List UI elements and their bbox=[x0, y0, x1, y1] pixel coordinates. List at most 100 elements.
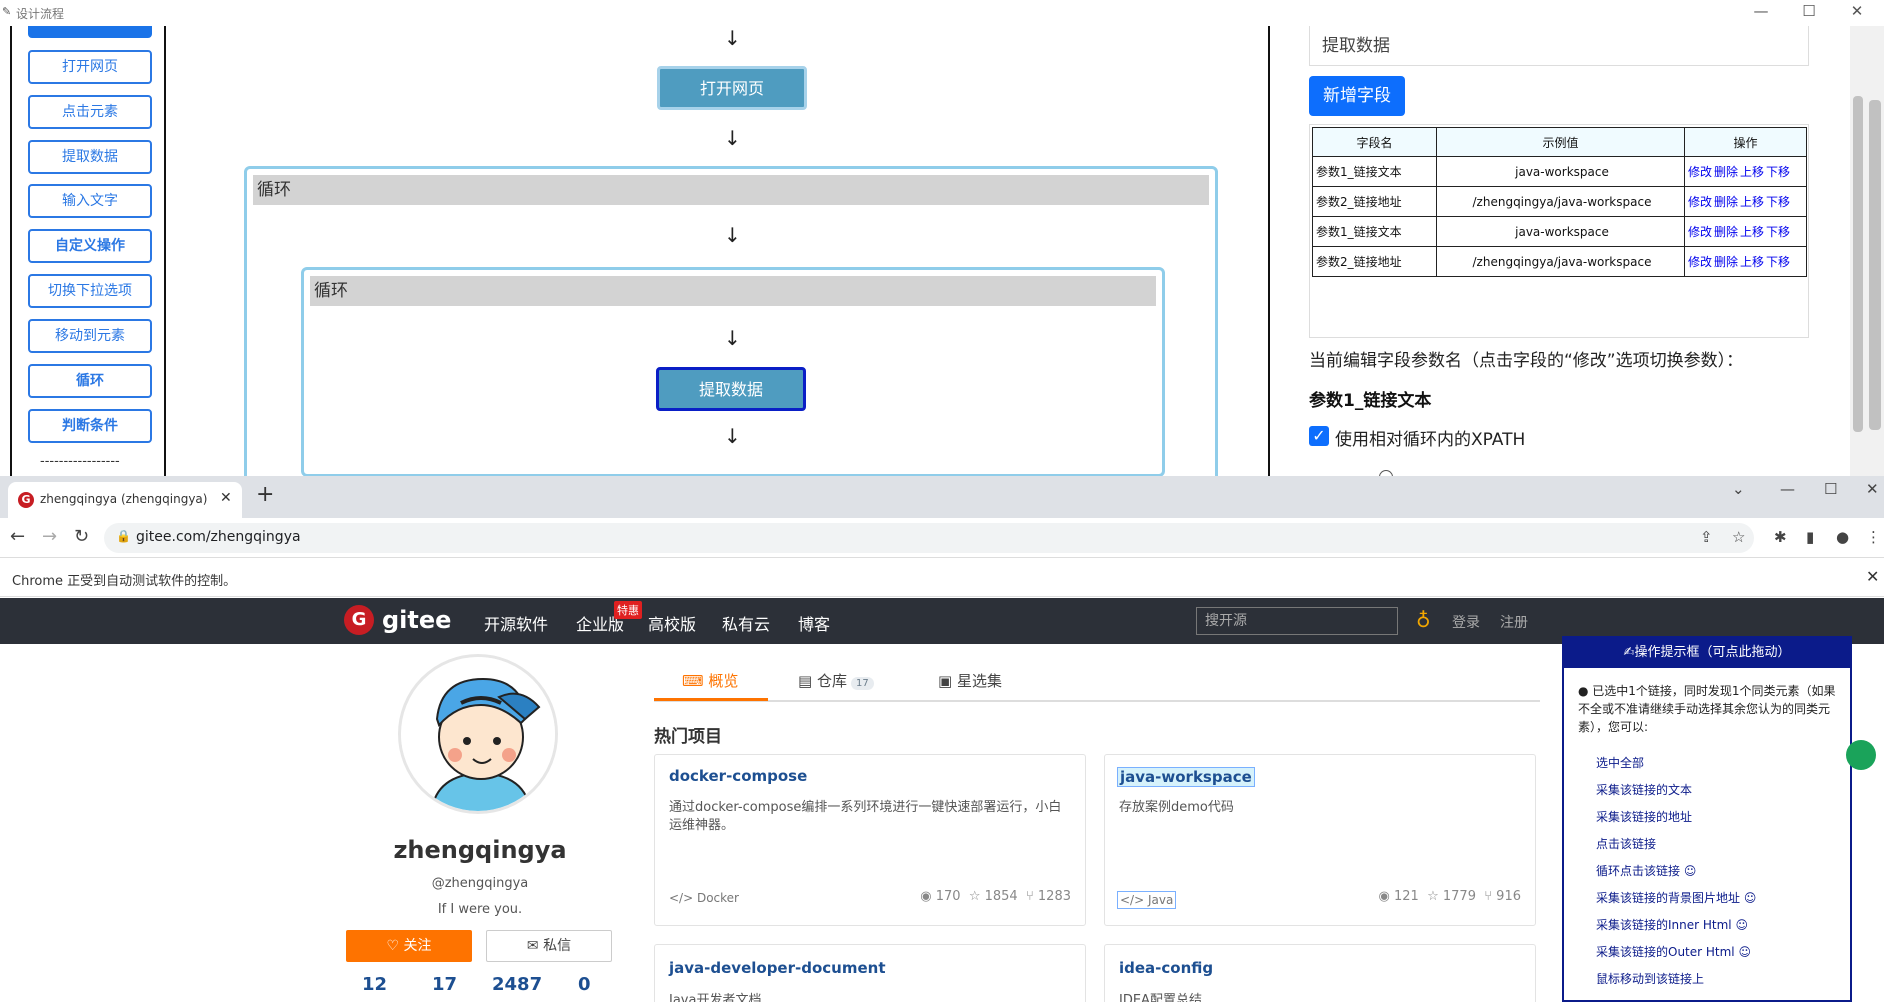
tool-click-element-button[interactable]: 点击元素 bbox=[28, 95, 152, 129]
toolbox-selected-item[interactable] bbox=[28, 26, 152, 38]
follow-button[interactable]: ♡ 关注 bbox=[346, 930, 472, 962]
bulb-icon[interactable]: ♁ bbox=[1416, 608, 1431, 632]
login-link[interactable]: 登录 bbox=[1452, 612, 1480, 632]
nav-private-cloud[interactable]: 私有云 bbox=[722, 611, 770, 635]
tool-extract-data-button[interactable]: 提取数据 bbox=[28, 140, 152, 174]
browser-maximize-button[interactable]: ☐ bbox=[1824, 480, 1837, 498]
table-row[interactable]: 参数1_链接文本 java-workspace 修改 删除 上移 下移 bbox=[1312, 156, 1807, 187]
operation-hint-box[interactable]: ✍操作提示框（可点此拖动） ● 已选中1个链接，同时发现1个同类元素（如果不全或… bbox=[1562, 636, 1852, 1002]
tool-condition-button[interactable]: 判断条件 bbox=[28, 409, 152, 443]
minimize-button[interactable]: — bbox=[1746, 2, 1776, 20]
edit-link[interactable]: 修改 bbox=[1688, 225, 1712, 239]
tool-loop-button[interactable]: 循环 bbox=[28, 364, 152, 398]
nav-open-source[interactable]: 开源软件 bbox=[484, 611, 548, 635]
hint-box-title[interactable]: ✍操作提示框（可点此拖动） bbox=[1564, 638, 1850, 668]
tool-input-text-button[interactable]: 输入文字 bbox=[28, 184, 152, 218]
tool-switch-dropdown-button[interactable]: 切换下拉选项 bbox=[28, 274, 152, 308]
edit-link[interactable]: 修改 bbox=[1688, 255, 1712, 269]
url-text[interactable]: gitee.com/zhengqingya bbox=[136, 529, 301, 545]
project-name-link[interactable]: docker-compose bbox=[669, 767, 807, 785]
tab-close-icon[interactable]: ✕ bbox=[220, 490, 232, 506]
tool-custom-action-button[interactable]: 自定义操作 bbox=[28, 229, 152, 263]
delete-link[interactable]: 删除 bbox=[1714, 165, 1738, 179]
hint-option-collect-text[interactable]: 采集该链接的文本 bbox=[1596, 781, 1692, 798]
add-field-button[interactable]: 新增字段 bbox=[1309, 76, 1405, 116]
register-link[interactable]: 注册 bbox=[1500, 612, 1528, 632]
delete-link[interactable]: 删除 bbox=[1714, 195, 1738, 209]
hint-option-loop-click[interactable]: 循环点击该链接 ☺ bbox=[1596, 862, 1696, 879]
browser-tab[interactable]: G zhengqingya (zhengqingya) - G ✕ bbox=[8, 482, 242, 518]
move-up-link[interactable]: 上移 bbox=[1740, 225, 1764, 239]
new-tab-button[interactable]: + bbox=[256, 482, 274, 507]
delete-link[interactable]: 删除 bbox=[1714, 255, 1738, 269]
project-card[interactable]: java-workspace 存放案例demo代码 </> Java ◉ 121… bbox=[1104, 754, 1536, 926]
back-icon[interactable]: ← bbox=[10, 526, 25, 547]
project-name-link[interactable]: idea-config bbox=[1119, 959, 1213, 977]
forward-icon[interactable]: → bbox=[42, 526, 57, 547]
hint-option-collect-inner-html[interactable]: 采集该链接的Inner Html ☺ bbox=[1596, 916, 1748, 933]
hint-option-click-link[interactable]: 点击该链接 bbox=[1596, 835, 1656, 852]
node-open-page[interactable]: 打开网页 bbox=[657, 66, 807, 110]
message-button[interactable]: ✉ 私信 bbox=[486, 930, 612, 962]
tab-collections[interactable]: ▣ 星选集 bbox=[938, 670, 1002, 691]
tab-search-icon[interactable]: ⌄ bbox=[1732, 480, 1745, 498]
browser-minimize-button[interactable]: — bbox=[1780, 480, 1795, 498]
edit-link[interactable]: 修改 bbox=[1688, 165, 1712, 179]
stat-value[interactable]: 0 bbox=[578, 974, 591, 995]
table-row[interactable]: 参数1_链接文本 java-workspace 修改 删除 上移 下移 bbox=[1312, 216, 1807, 247]
gitee-logo-text[interactable]: gitee bbox=[382, 606, 451, 634]
tab-repos[interactable]: ▤ 仓库 17 bbox=[798, 670, 874, 691]
hint-option-select-all[interactable]: 选中全部 bbox=[1596, 754, 1644, 771]
edit-link[interactable]: 修改 bbox=[1688, 195, 1712, 209]
stat-value[interactable]: 12 bbox=[362, 974, 387, 995]
gitee-logo-icon[interactable]: G bbox=[344, 605, 374, 635]
gitee-search-input[interactable]: 搜开源 bbox=[1196, 607, 1398, 635]
move-down-link[interactable]: 下移 bbox=[1766, 255, 1790, 269]
move-up-link[interactable]: 上移 bbox=[1740, 195, 1764, 209]
close-button[interactable]: ✕ bbox=[1842, 2, 1872, 20]
table-row[interactable]: 参数2_链接地址 /zhengqingya/java-workspace 修改删… bbox=[1312, 186, 1807, 217]
relative-xpath-checkbox[interactable]: ✓ bbox=[1309, 426, 1329, 446]
project-card[interactable]: docker-compose 通过docker-compose编排一系列环境进行… bbox=[654, 754, 1086, 926]
menu-icon[interactable]: ⋮ bbox=[1866, 528, 1881, 546]
hint-option-hover-link[interactable]: 鼠标移动到该链接上 bbox=[1596, 970, 1704, 987]
properties-scrollbar-thumb[interactable] bbox=[1853, 96, 1863, 432]
tool-move-to-element-button[interactable]: 移动到元素 bbox=[28, 319, 152, 353]
side-panel-icon[interactable]: ▮ bbox=[1806, 528, 1814, 546]
tool-open-page-button[interactable]: 打开网页 bbox=[28, 50, 152, 84]
maximize-button[interactable]: ☐ bbox=[1794, 2, 1824, 20]
floating-chat-icon[interactable] bbox=[1846, 740, 1876, 770]
table-row[interactable]: 参数2_链接地址 /zhengqingya/java-workspace 修改删… bbox=[1312, 246, 1807, 277]
project-name-link[interactable]: java-workspace bbox=[1117, 767, 1255, 787]
project-name-link[interactable]: java-developer-document bbox=[669, 959, 886, 977]
lock-icon[interactable]: 🔒 bbox=[116, 529, 131, 543]
hint-option-collect-bg-image[interactable]: 采集该链接的背景图片地址 ☺ bbox=[1596, 889, 1756, 906]
infobar-close-icon[interactable]: ✕ bbox=[1866, 567, 1879, 586]
field-name-input[interactable]: 提取数据 bbox=[1309, 26, 1809, 66]
hint-option-collect-outer-html[interactable]: 采集该链接的Outer Html ☺ bbox=[1596, 943, 1751, 960]
browser-close-button[interactable]: ✕ bbox=[1866, 480, 1879, 498]
nav-education[interactable]: 高校版 bbox=[648, 611, 696, 635]
project-card[interactable]: idea-config IDEA配置总结 bbox=[1104, 944, 1536, 1002]
relative-xpath-label[interactable]: 使用相对循环内的XPATH bbox=[1335, 425, 1525, 450]
extensions-icon[interactable]: ✱ bbox=[1774, 528, 1787, 546]
move-down-link[interactable]: 下移 bbox=[1766, 225, 1790, 239]
omnibox[interactable]: 🔒 gitee.com/zhengqingya bbox=[104, 523, 1754, 553]
loop-outer-header[interactable]: 循环 bbox=[253, 175, 1209, 205]
move-down-link[interactable]: 下移 bbox=[1766, 165, 1790, 179]
profile-icon[interactable]: ● bbox=[1836, 528, 1849, 546]
nav-blog[interactable]: 博客 bbox=[798, 611, 830, 635]
loop-inner-header[interactable]: 循环 bbox=[310, 276, 1156, 306]
loop-outer-block[interactable]: 循环 ↓ 循环 ↓ 提取数据 ↓ bbox=[244, 166, 1218, 476]
stat-value[interactable]: 2487 bbox=[492, 974, 542, 995]
delete-link[interactable]: 删除 bbox=[1714, 225, 1738, 239]
bookmark-star-icon[interactable]: ☆ bbox=[1732, 528, 1745, 546]
window-scrollbar-thumb[interactable] bbox=[1869, 100, 1881, 430]
move-up-link[interactable]: 上移 bbox=[1740, 165, 1764, 179]
stat-value[interactable]: 17 bbox=[432, 974, 457, 995]
loop-inner-block[interactable]: 循环 ↓ 提取数据 ↓ bbox=[301, 267, 1165, 476]
project-card[interactable]: java-developer-document Java开发者文档 bbox=[654, 944, 1086, 1002]
hint-option-collect-href[interactable]: 采集该链接的地址 bbox=[1596, 808, 1692, 825]
avatar[interactable] bbox=[398, 654, 558, 814]
move-up-link[interactable]: 上移 bbox=[1740, 255, 1764, 269]
